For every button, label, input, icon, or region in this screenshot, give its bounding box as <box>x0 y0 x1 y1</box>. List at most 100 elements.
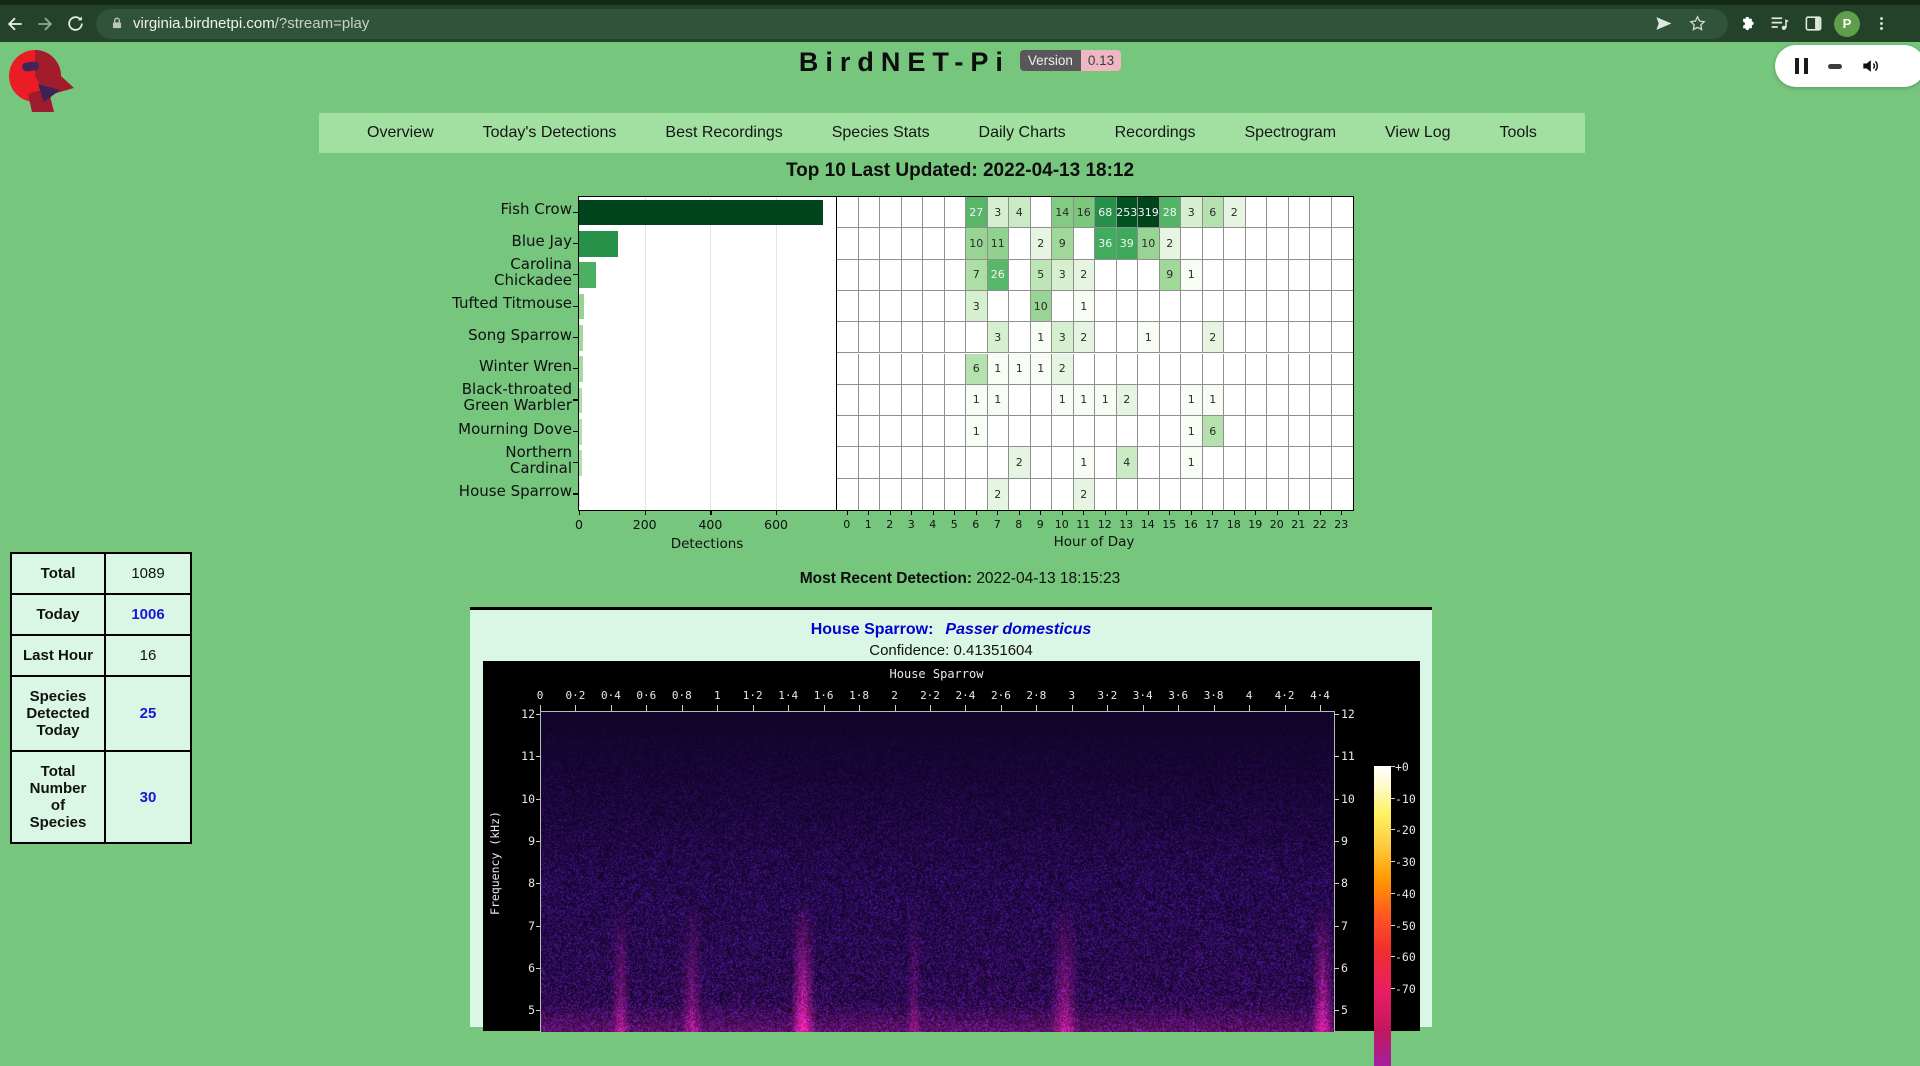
species-latin-name-link[interactable]: Passer domesticus <box>945 621 1091 638</box>
kebab-menu-icon[interactable] <box>1864 9 1898 39</box>
heatmap-cell: 319 <box>1138 197 1160 228</box>
heatmap-cell <box>923 354 945 385</box>
freq-axis-label-right: 5 <box>1341 1003 1367 1017</box>
nav-item-recordings[interactable]: Recordings <box>1115 124 1196 142</box>
star-icon[interactable] <box>1680 9 1714 39</box>
nav-item-species-stats[interactable]: Species Stats <box>832 124 930 142</box>
colorbar-tick <box>1391 956 1395 957</box>
species-label: Tufted Titmouse <box>300 296 572 312</box>
bar-axis-tick <box>579 511 580 515</box>
freq-axis-label-right: 11 <box>1341 749 1367 763</box>
detection-confidence-line: Confidence: 0.41351604 <box>470 642 1432 659</box>
nav-item-view-log[interactable]: View Log <box>1385 124 1451 142</box>
heatmap-cell <box>1031 447 1053 478</box>
heatmap-cell <box>880 260 902 291</box>
heatmap-cell <box>1095 354 1117 385</box>
heatmap-cell <box>1031 385 1053 416</box>
hour-axis-ticklabel: 17 <box>1202 518 1222 531</box>
heatmap-cell <box>1031 197 1053 228</box>
colorbar-tick <box>1391 925 1395 926</box>
colorbar-tick <box>1391 861 1395 862</box>
heatmap-cell: 9 <box>1160 260 1182 291</box>
heatmap-cell: 14 <box>1052 197 1074 228</box>
heatmap-cell <box>859 416 881 447</box>
url-bar[interactable]: virginia.birdnetpi.com/?stream=play <box>96 9 1728 39</box>
heatmap-cell: 7 <box>966 260 988 291</box>
nav-item-overview[interactable]: Overview <box>367 124 434 142</box>
colorbar <box>1374 766 1391 1066</box>
forward-icon[interactable] <box>30 9 60 39</box>
heatmap-cell <box>945 260 967 291</box>
heatmap-cell <box>1246 291 1268 322</box>
heatmap-cell: 3 <box>1181 197 1203 228</box>
heatmap-cell <box>1009 479 1031 510</box>
heatmap-cell <box>1267 291 1289 322</box>
heatmap-cell <box>1181 354 1203 385</box>
hour-axis-tick <box>1083 511 1084 515</box>
heatmap-cell <box>1332 447 1354 478</box>
stats-value[interactable]: 1006 <box>105 594 191 635</box>
media-list-icon[interactable] <box>1762 9 1796 39</box>
species-label: Mourning Dove <box>300 422 572 438</box>
bar-axis-ticklabel: 0 <box>559 517 599 532</box>
species-common-name-link[interactable]: House Sparrow: <box>811 621 934 638</box>
profile-avatar[interactable]: P <box>1834 11 1860 37</box>
heatmap-cell <box>1160 291 1182 322</box>
lock-icon <box>110 16 124 31</box>
nav-item-daily-charts[interactable]: Daily Charts <box>979 124 1066 142</box>
main-nav: Overview Today's Detections Best Recording… <box>319 113 1585 153</box>
heatmap-cell <box>945 354 967 385</box>
heatmap-cell <box>859 322 881 353</box>
back-icon[interactable] <box>0 9 30 39</box>
heatmap-cell <box>945 291 967 322</box>
nav-item-today-s-detections[interactable]: Today's Detections <box>483 124 617 142</box>
heatmap-cell <box>837 322 859 353</box>
stats-value: 16 <box>105 635 191 676</box>
heatmap-cell <box>966 322 988 353</box>
most-recent-value: 2022-04-13 18:15:23 <box>976 570 1120 587</box>
bar-gridline <box>776 197 777 510</box>
freq-axis-title: Frequency (kHz) <box>488 793 502 933</box>
freq-axis-label-left: 11 <box>509 749 535 763</box>
reload-icon[interactable] <box>60 9 90 39</box>
heatmap-cell <box>837 291 859 322</box>
nav-item-spectrogram[interactable]: Spectrogram <box>1245 124 1337 142</box>
heatmap-cell: 9 <box>1052 228 1074 259</box>
time-axis-label: 3·4 <box>1127 689 1159 702</box>
bar-axis-tick <box>645 511 646 515</box>
stats-value[interactable]: 25 <box>105 676 191 751</box>
heatmap-cell <box>1052 291 1074 322</box>
heatmap-cell: 1 <box>966 416 988 447</box>
url-host: virginia.birdnetpi.com <box>133 15 275 32</box>
extensions-icon[interactable] <box>1728 9 1762 39</box>
bar-axis-ticklabel: 600 <box>756 517 796 532</box>
side-panel-icon[interactable] <box>1796 9 1830 39</box>
heatmap-cell: 1 <box>1181 447 1203 478</box>
time-axis-label: 1·2 <box>737 689 769 702</box>
nav-item-best-recordings[interactable]: Best Recordings <box>665 124 782 142</box>
send-icon[interactable] <box>1646 9 1680 39</box>
heatmap-cell: 1 <box>1095 385 1117 416</box>
heatmap-cell <box>1203 228 1225 259</box>
hour-axis-tick <box>1255 511 1256 515</box>
heatmap-cell <box>1246 447 1268 478</box>
heatmap-cell <box>1074 416 1096 447</box>
heatmap-cell <box>1095 322 1117 353</box>
heatmap-cell <box>1095 416 1117 447</box>
hour-axis-ticklabel: 20 <box>1267 518 1287 531</box>
heatmap-cell <box>923 291 945 322</box>
nav-item-tools[interactable]: Tools <box>1500 124 1537 142</box>
heatmap-cell <box>1160 322 1182 353</box>
heatmap-cell <box>1246 197 1268 228</box>
heatmap-cell <box>837 197 859 228</box>
heatmap-cell <box>923 479 945 510</box>
heatmap-cell <box>1117 416 1139 447</box>
heatmap-cell <box>1160 447 1182 478</box>
heatmap-cell <box>902 354 924 385</box>
heatmap-cell <box>880 354 902 385</box>
hour-axis-ticklabel: 18 <box>1224 518 1244 531</box>
heatmap-cell <box>1117 479 1139 510</box>
time-axis-label: 4·4 <box>1304 689 1336 702</box>
hour-axis-ticklabel: 5 <box>944 518 964 531</box>
stats-value[interactable]: 30 <box>105 751 191 843</box>
